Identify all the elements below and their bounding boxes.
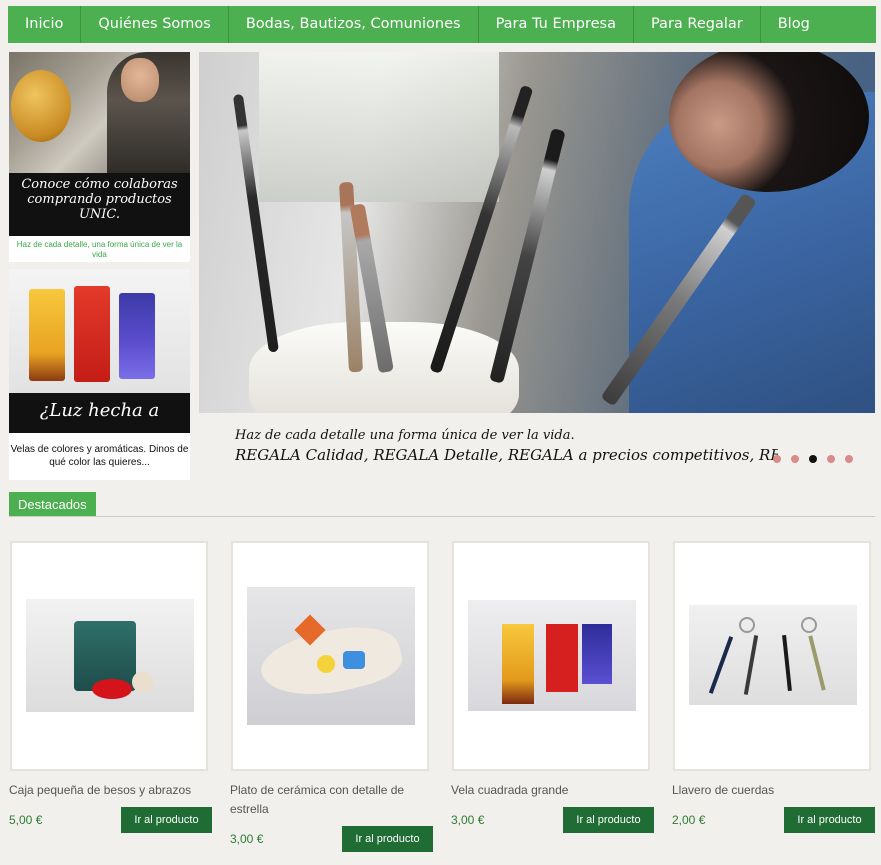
slider-pagination: [773, 455, 853, 463]
slider-dot[interactable]: [773, 455, 781, 463]
go-to-product-button[interactable]: Ir al producto: [342, 826, 433, 852]
product-card[interactable]: [231, 541, 429, 771]
face-shape: [121, 58, 159, 102]
product-price: 5,00 €: [9, 813, 43, 827]
blue-candle: [582, 624, 612, 684]
pumpkin-shape: [11, 70, 71, 142]
workshop-photo: [9, 52, 190, 173]
product-card[interactable]: [452, 541, 650, 771]
ring-shape: [801, 617, 817, 633]
main-nav: Inicio Quiénes Somos Bodas, Bautizos, Co…: [8, 6, 876, 43]
cord-shape: [808, 635, 826, 691]
section-title: Destacados: [9, 492, 96, 517]
ring-shape: [739, 617, 755, 633]
slider-dot-active[interactable]: [809, 455, 817, 463]
colabora-banner[interactable]: Conoce cómo colaboras comprando producto…: [9, 52, 190, 262]
nav-item-blog[interactable]: Blog: [761, 6, 827, 43]
nav-item-bodas[interactable]: Bodas, Bautizos, Comuniones: [229, 6, 479, 43]
product-name[interactable]: Caja pequeña de besos y abrazos: [9, 781, 214, 800]
slider-dot[interactable]: [827, 455, 835, 463]
yellow-candle: [502, 624, 534, 704]
go-to-product-button[interactable]: Ir al producto: [121, 807, 212, 833]
go-to-product-button[interactable]: Ir al producto: [784, 807, 875, 833]
flower-shape: [132, 671, 154, 693]
yellow-candle: [29, 289, 65, 381]
slider-dot[interactable]: [791, 455, 799, 463]
yellow-gem-shape: [317, 655, 335, 673]
hero-slide-image: [199, 52, 875, 413]
hero-caption-line1: Haz de cada detalle una forma única de v…: [235, 428, 575, 443]
product-price: 3,00 €: [230, 832, 264, 846]
slider-dot[interactable]: [845, 455, 853, 463]
nav-item-regalar[interactable]: Para Regalar: [634, 6, 761, 43]
gift-box-image[interactable]: [26, 599, 194, 712]
cord-shape: [782, 634, 792, 692]
blue-gem-shape: [343, 651, 365, 669]
red-candle: [74, 286, 110, 382]
luz-subtitle: Velas de colores y aromáticas. Dinos de …: [10, 444, 189, 468]
cord-shape: [708, 636, 734, 694]
red-candle: [546, 624, 578, 692]
window-light: [259, 52, 499, 202]
ceramic-plate-image[interactable]: [247, 587, 415, 725]
lips-shape: [92, 679, 132, 699]
keychains-image[interactable]: [689, 605, 857, 705]
hero-caption-line2: REGALA Calidad, REGALA Detalle, REGALA a…: [235, 446, 778, 464]
candles-image[interactable]: [468, 600, 636, 711]
go-to-product-button[interactable]: Ir al producto: [563, 807, 654, 833]
nav-item-quienes-somos[interactable]: Quiénes Somos: [81, 6, 229, 43]
nav-item-empresa[interactable]: Para Tu Empresa: [479, 6, 634, 43]
product-name[interactable]: Llavero de cuerdas: [672, 781, 877, 800]
product-price: 2,00 €: [672, 813, 706, 827]
candles-photo: [9, 269, 190, 393]
hero-caption: Haz de cada detalle una forma única de v…: [235, 427, 778, 465]
colabora-title: Conoce cómo colaboras comprando producto…: [21, 177, 178, 222]
product-price: 3,00 €: [451, 813, 485, 827]
colabora-subtitle: Haz de cada detalle, una forma única de …: [16, 240, 183, 259]
nav-item-inicio[interactable]: Inicio: [8, 6, 82, 43]
blue-candle: [119, 293, 155, 379]
product-name[interactable]: Plato de cerámica con detalle de estrell…: [230, 781, 435, 819]
section-divider: [9, 516, 875, 517]
product-name[interactable]: Vela cuadrada grande: [451, 781, 656, 800]
product-card[interactable]: [10, 541, 208, 771]
product-card[interactable]: [673, 541, 871, 771]
luz-banner[interactable]: ¿Luz hecha a mano? Velas de colores y ar…: [9, 269, 190, 480]
cord-shape: [743, 635, 759, 695]
